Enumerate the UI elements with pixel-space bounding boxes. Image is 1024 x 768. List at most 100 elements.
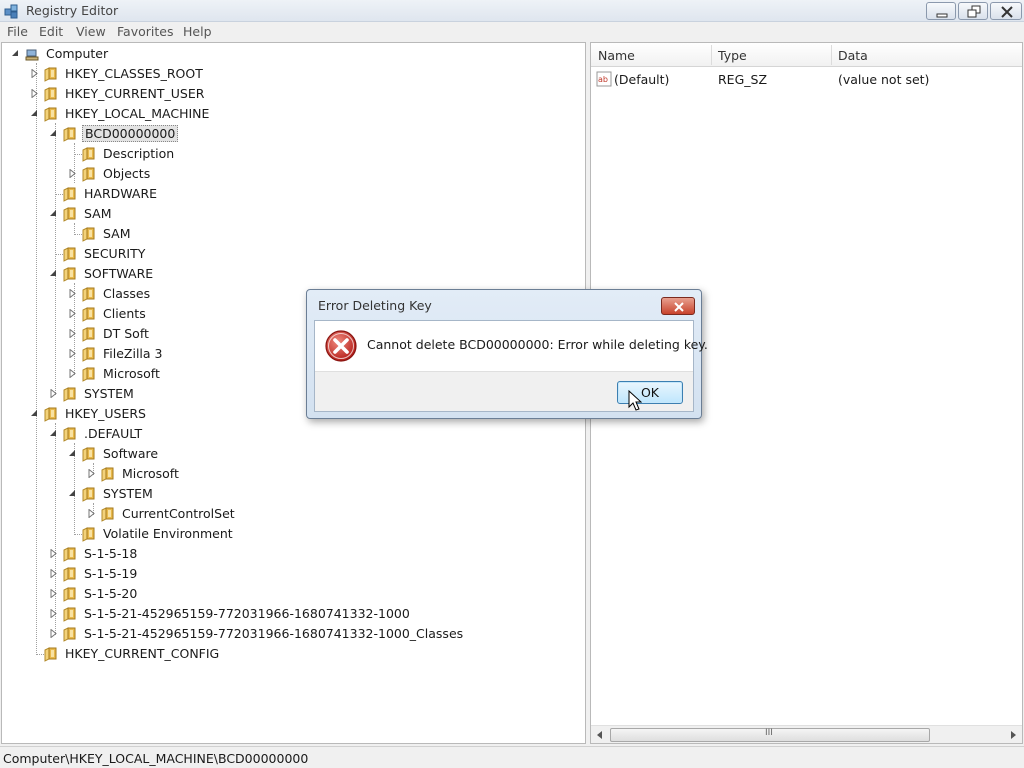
expand-arrow-icon[interactable] (68, 349, 77, 358)
tree-label: S-1-5-20 (84, 586, 138, 601)
menu-edit[interactable]: Edit (39, 24, 63, 39)
expand-arrow-icon[interactable] (87, 509, 96, 518)
expand-arrow-icon[interactable] (68, 369, 77, 378)
expand-arrow-icon[interactable] (49, 389, 58, 398)
tree-item[interactable]: S-1-5-21-452965159-772031966-1680741332-… (2, 604, 582, 624)
menu-file[interactable]: File (7, 24, 28, 39)
tree-label: HKEY_LOCAL_MACHINE (65, 106, 210, 121)
folder-icon (44, 107, 57, 122)
tree-item[interactable]: SAM (2, 224, 582, 244)
folder-icon (63, 247, 76, 262)
expand-arrow-icon[interactable] (30, 89, 39, 98)
tree-label: Volatile Environment (103, 526, 233, 541)
expand-arrow-icon[interactable] (49, 549, 58, 558)
tree-item[interactable]: CurrentControlSet (2, 504, 582, 524)
scroll-thumb[interactable]: III (610, 728, 930, 742)
tree-item[interactable]: .DEFAULT (2, 424, 582, 444)
tree-label: Description (103, 146, 175, 161)
tree-item[interactable]: HKEY_CLASSES_ROOT (2, 64, 582, 84)
tree-label: Clients (103, 306, 146, 321)
scroll-grip: III (765, 728, 773, 738)
computer-icon (25, 49, 39, 61)
tree-item[interactable]: SAM (2, 204, 582, 224)
column-name[interactable]: Name (598, 48, 635, 63)
tree-item[interactable]: Volatile Environment (2, 524, 582, 544)
expand-arrow-icon[interactable] (49, 589, 58, 598)
expand-arrow-icon[interactable] (30, 69, 39, 78)
expand-arrow-icon[interactable] (68, 329, 77, 338)
collapse-arrow-icon[interactable] (49, 129, 58, 138)
tree-item[interactable]: HKEY_CURRENT_USER (2, 84, 582, 104)
menu-favorites[interactable]: Favorites (117, 24, 173, 39)
tree-item[interactable]: Software (2, 444, 582, 464)
menu-help[interactable]: Help (183, 24, 212, 39)
collapse-arrow-icon[interactable] (49, 269, 58, 278)
collapse-arrow-icon[interactable] (11, 49, 20, 58)
tree-item[interactable]: S-1-5-21-452965159-772031966-1680741332-… (2, 624, 582, 644)
tree-label: HKEY_CLASSES_ROOT (65, 66, 203, 81)
collapse-arrow-icon[interactable] (30, 109, 39, 118)
tree-item[interactable]: SECURITY (2, 244, 582, 264)
collapse-arrow-icon[interactable] (68, 449, 77, 458)
close-button[interactable] (990, 2, 1022, 20)
tree-item[interactable]: S-1-5-19 (2, 564, 582, 584)
expand-arrow-icon[interactable] (49, 629, 58, 638)
folder-icon (82, 447, 95, 462)
string-value-icon: ab (596, 71, 612, 87)
status-path: Computer\HKEY_LOCAL_MACHINE\BCD00000000 (3, 751, 309, 766)
tree-item[interactable]: BCD00000000 (2, 124, 582, 144)
tree-item[interactable]: Objects (2, 164, 582, 184)
folder-icon (82, 147, 95, 162)
folder-icon (63, 627, 76, 642)
column-data[interactable]: Data (838, 48, 868, 63)
tree-item[interactable]: SYSTEM (2, 484, 582, 504)
expand-arrow-icon[interactable] (68, 289, 77, 298)
folder-icon (44, 67, 57, 82)
folder-icon (82, 327, 95, 342)
collapse-arrow-icon[interactable] (49, 209, 58, 218)
expand-arrow-icon[interactable] (68, 169, 77, 178)
folder-icon (44, 647, 57, 662)
column-divider[interactable] (831, 45, 832, 65)
expand-arrow-icon[interactable] (49, 609, 58, 618)
minimize-button[interactable] (926, 2, 956, 20)
registry-editor-icon (4, 4, 18, 19)
tree-label: FileZilla 3 (103, 346, 163, 361)
tree-item[interactable]: S-1-5-20 (2, 584, 582, 604)
folder-icon (63, 567, 76, 582)
tree-item[interactable]: S-1-5-18 (2, 544, 582, 564)
tree-item[interactable]: SOFTWARE (2, 264, 582, 284)
scroll-right-icon[interactable] (1008, 730, 1018, 740)
dialog-close-button[interactable] (661, 297, 695, 315)
tree-item[interactable]: Microsoft (2, 464, 582, 484)
expand-arrow-icon[interactable] (87, 469, 96, 478)
folder-icon (63, 187, 76, 202)
tree-item[interactable]: Description (2, 144, 582, 164)
collapse-arrow-icon[interactable] (30, 409, 39, 418)
tree-label: Software (103, 446, 159, 461)
folder-icon (101, 467, 114, 482)
column-divider[interactable] (711, 45, 712, 65)
dialog-message-area: Cannot delete BCD00000000: Error while d… (315, 321, 708, 371)
tree-label: HKEY_CURRENT_CONFIG (65, 646, 220, 661)
close-icon (1001, 6, 1013, 18)
window-title: Registry Editor (26, 3, 119, 18)
tree-item-computer[interactable]: Computer (2, 44, 582, 64)
tree-item[interactable]: HKEY_CURRENT_CONFIG (2, 644, 582, 664)
menu-view[interactable]: View (76, 24, 106, 39)
tree-label: Objects (103, 166, 151, 181)
folder-icon (63, 387, 76, 402)
folder-icon (63, 547, 76, 562)
ok-button[interactable]: OK (617, 381, 683, 404)
tree-item[interactable]: HARDWARE (2, 184, 582, 204)
column-type[interactable]: Type (718, 48, 747, 63)
expand-arrow-icon[interactable] (68, 309, 77, 318)
scroll-left-icon[interactable] (595, 730, 605, 740)
dialog-title: Error Deleting Key (318, 298, 432, 313)
restore-button[interactable] (958, 2, 988, 20)
collapse-arrow-icon[interactable] (68, 489, 77, 498)
horizontal-scrollbar[interactable]: III (591, 725, 1022, 743)
expand-arrow-icon[interactable] (49, 569, 58, 578)
collapse-arrow-icon[interactable] (49, 429, 58, 438)
tree-item[interactable]: HKEY_LOCAL_MACHINE (2, 104, 582, 124)
